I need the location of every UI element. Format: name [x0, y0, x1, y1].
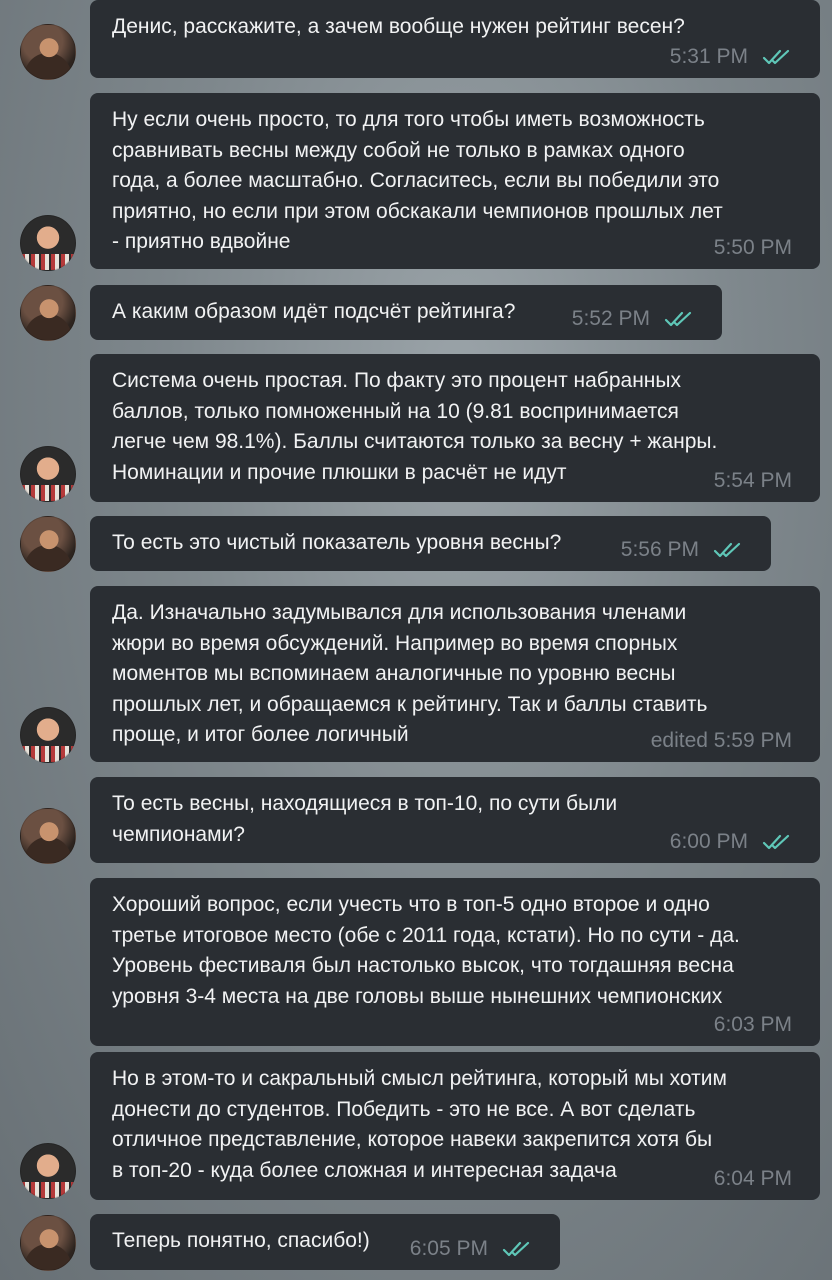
message-meta: edited 5:59 PM [651, 729, 792, 753]
message-bubble[interactable]: Ну если очень просто, то для того чтобы … [90, 93, 820, 269]
avatar[interactable] [20, 1215, 76, 1271]
avatar[interactable] [20, 516, 76, 572]
chat-history: Денис, расскажите, а зачем вообще нужен … [0, 0, 832, 1280]
message-meta: 5:56 PM [621, 538, 743, 562]
message-bubble[interactable]: Да. Изначально задумывался для использов… [90, 586, 820, 762]
avatar[interactable] [20, 446, 76, 502]
message-bubble[interactable]: Система очень простая. По факту это проц… [90, 354, 820, 502]
message-bubble[interactable]: Теперь понятно, спасибо!) 6:05 PM [90, 1214, 560, 1270]
avatar[interactable] [20, 215, 76, 271]
double-check-icon [762, 834, 790, 850]
message-bubble[interactable]: Денис, расскажите, а зачем вообще нужен … [90, 0, 820, 78]
message-time: 5:50 PM [713, 236, 792, 259]
avatar[interactable] [20, 808, 76, 864]
double-check-icon [762, 49, 790, 65]
message-meta: 6:04 PM [714, 1167, 792, 1191]
message-meta: 5:54 PM [714, 469, 792, 493]
message-meta: 6:03 PM [714, 1013, 792, 1037]
message-text: Ну если очень просто, то для того чтобы … [112, 108, 723, 253]
avatar[interactable] [20, 707, 76, 763]
double-check-icon [502, 1241, 530, 1257]
message-text: Денис, расскажите, а зачем вообще нужен … [112, 15, 685, 38]
message-time: 6:04 PM [713, 1167, 792, 1190]
message-time: 5:56 PM [620, 538, 699, 561]
message-time: 6:00 PM [669, 830, 748, 853]
avatar[interactable] [20, 1143, 76, 1199]
message-bubble[interactable]: То есть это чистый показатель уровня вес… [90, 516, 771, 571]
message-meta: 6:05 PM [410, 1237, 532, 1261]
message-bubble[interactable]: Но в этом-то и сакральный смысл рейтинга… [90, 1052, 820, 1200]
message-bubble[interactable]: То есть весны, находящиеся в топ-10, по … [90, 777, 820, 863]
message-time: 5:54 PM [713, 469, 792, 492]
message-text: Но в этом-то и сакральный смысл рейтинга… [112, 1067, 727, 1182]
avatar[interactable] [20, 24, 76, 80]
message-bubble[interactable]: Хороший вопрос, если учесть что в топ-5 … [90, 878, 820, 1046]
double-check-icon [664, 311, 692, 327]
message-text: Система очень простая. По факту это проц… [112, 369, 718, 484]
message-time: 6:03 PM [713, 1013, 792, 1036]
message-text: Да. Изначально задумывался для использов… [112, 601, 708, 746]
message-meta: 6:00 PM [670, 830, 792, 854]
message-meta: 5:52 PM [572, 307, 694, 331]
message-time: edited 5:59 PM [650, 729, 792, 752]
message-meta: 5:50 PM [714, 236, 792, 260]
message-time: 6:05 PM [409, 1237, 488, 1260]
message-time: 5:52 PM [571, 307, 650, 330]
double-check-icon [713, 542, 741, 558]
message-meta: 5:31 PM [670, 45, 792, 69]
message-bubble[interactable]: А каким образом идёт подсчёт рейтинга? 5… [90, 285, 722, 340]
message-time: 5:31 PM [669, 45, 748, 68]
avatar[interactable] [20, 285, 76, 341]
message-text: Хороший вопрос, если учесть что в топ-5 … [112, 893, 740, 1008]
